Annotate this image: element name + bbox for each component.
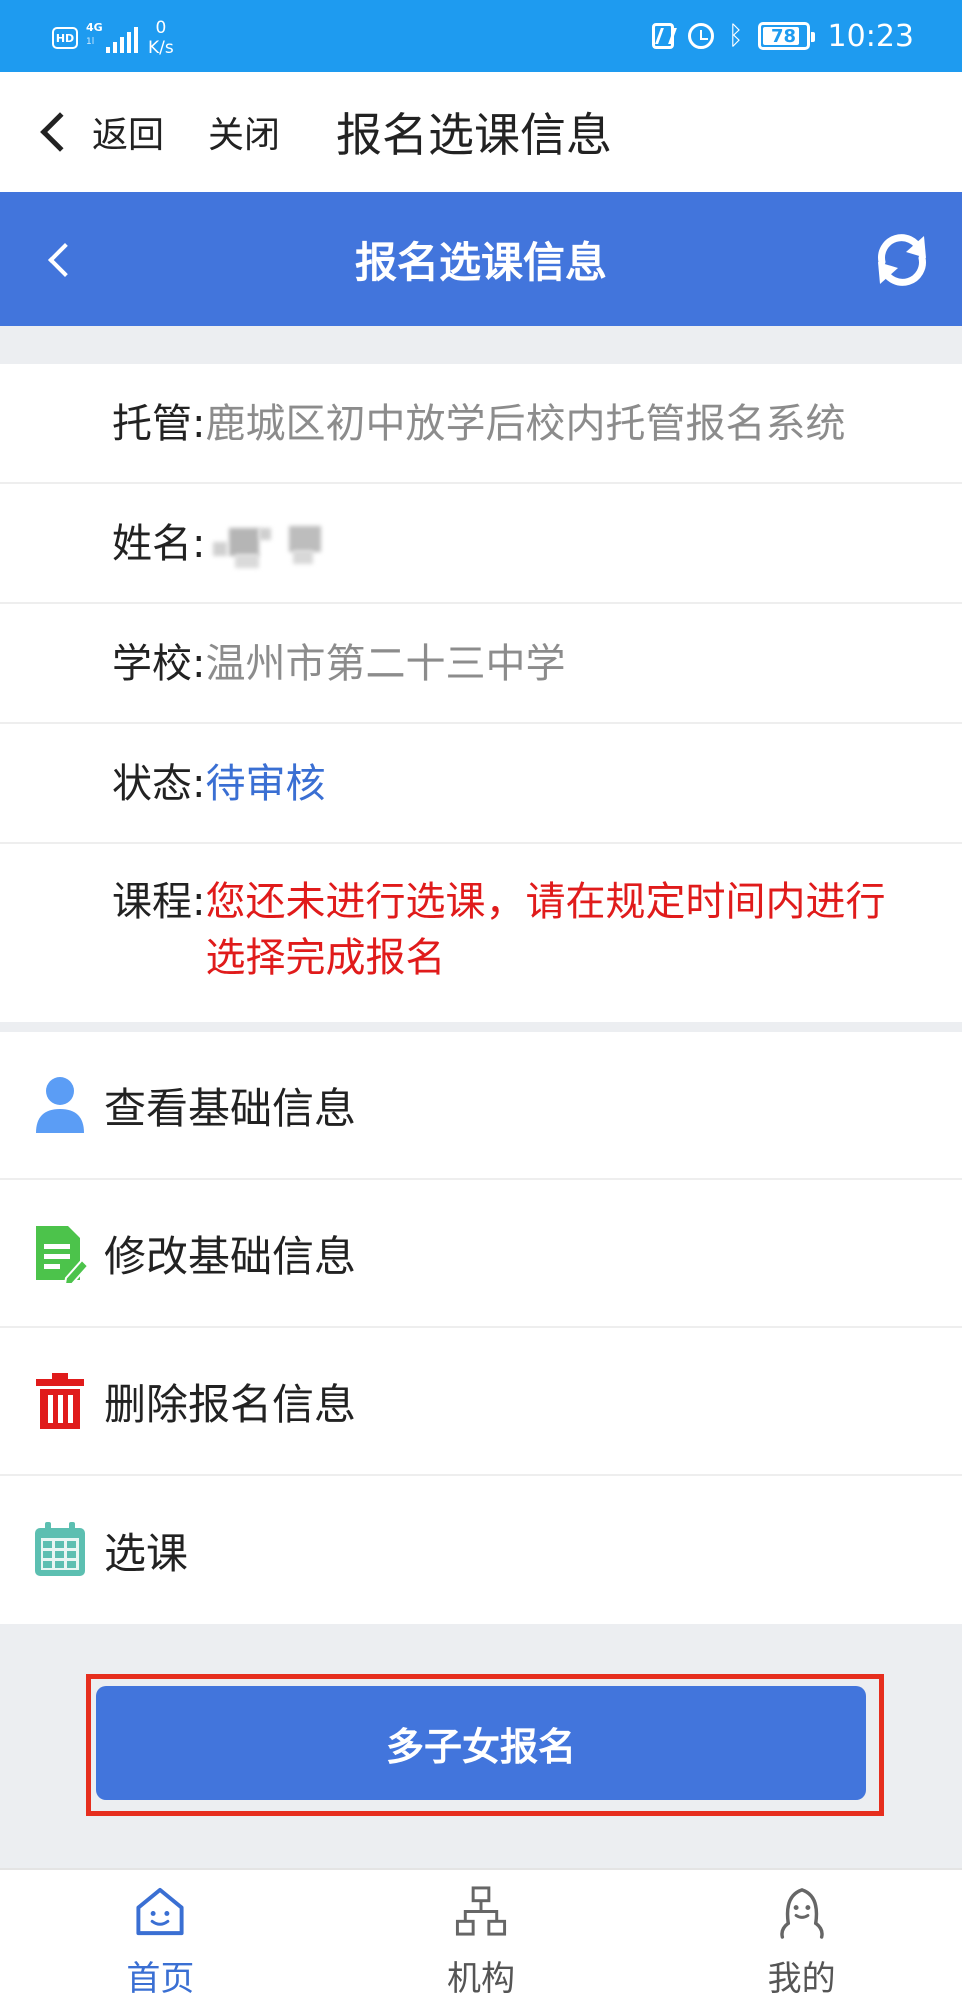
school-value: 温州市第二十三中学 [205, 641, 566, 687]
calendar-icon [30, 1520, 90, 1580]
info-row-school: 学校: 温州市第二十三中学 [0, 604, 962, 724]
trash-icon [30, 1371, 90, 1431]
edit-basic-info-item[interactable]: 修改基础信息 [0, 1180, 962, 1328]
net-speed: 0 K/s [148, 18, 174, 58]
select-course-item[interactable]: 选课 [0, 1476, 962, 1624]
battery-icon: 78 [757, 22, 815, 50]
delete-registration-item[interactable]: 删除报名信息 [0, 1328, 962, 1476]
home-icon [136, 1887, 184, 1936]
signal-icon: 4G 1l [84, 21, 138, 55]
action-list: 查看基础信息 修改基础信息 删除报名信息 选课 [0, 1032, 962, 1624]
view-basic-info-item[interactable]: 查看基础信息 [0, 1032, 962, 1180]
webview-title-bar: 返回 关闭 报名选课信息 [0, 72, 962, 192]
nav-organization-label: 机构 [447, 1959, 515, 1999]
network-type: 4G [86, 21, 103, 34]
nav-profile[interactable]: 我的 [641, 1870, 962, 2000]
info-row-name: 姓名: [0, 484, 962, 604]
registration-info: 托管: 鹿城区初中放学后校内托管报名系统 姓名: 学校: 温州市第二十三中学 状… [0, 364, 962, 1022]
header-back-button[interactable] [36, 236, 84, 284]
nav-profile-label: 我的 [767, 1959, 836, 1999]
status-label: 状态: [112, 761, 206, 807]
tuoguan-label: 托管: [112, 401, 206, 447]
tuoguan-value: 鹿城区初中放学后校内托管报名系统 [205, 401, 846, 447]
status-right: ᛒ 78 10:23 [651, 16, 914, 56]
course-label: 课程: [112, 879, 206, 925]
bluetooth-icon: ᛒ [727, 21, 744, 51]
profile-icon [779, 1888, 824, 1939]
view-basic-info-label: 查看基础信息 [104, 1083, 357, 1133]
select-course-label: 选课 [104, 1528, 189, 1578]
chevron-left-icon [40, 112, 80, 152]
name-label: 姓名: [112, 521, 206, 567]
alarm-icon [687, 23, 714, 49]
edit-basic-info-label: 修改基础信息 [104, 1231, 357, 1281]
refresh-button[interactable] [870, 228, 934, 292]
webview-title: 报名选课信息 [336, 108, 612, 162]
person-icon [30, 1075, 90, 1135]
nav-home[interactable]: 首页 [0, 1870, 321, 2000]
status-left: HD 4G 1l 0 K/s [52, 18, 174, 58]
nfc-icon [651, 23, 674, 49]
refresh-icon [878, 234, 926, 286]
status-value: 待审核 [205, 761, 326, 807]
multi-child-register-button[interactable]: 多子女报名 [96, 1686, 866, 1800]
info-row-tuoguan: 托管: 鹿城区初中放学后校内托管报名系统 [0, 364, 962, 484]
hd-badge: HD [52, 27, 78, 49]
back-label: 返回 [92, 115, 165, 156]
clock: 10:23 [827, 18, 914, 54]
info-row-course: 课程: 您还未进行选课，请在规定时间内进行选择完成报名 [0, 844, 962, 1022]
battery-level: 78 [771, 25, 797, 47]
delete-registration-label: 删除报名信息 [104, 1379, 357, 1429]
chevron-left-icon [48, 243, 82, 277]
nav-home-label: 首页 [126, 1959, 195, 1999]
status-bar: HD 4G 1l 0 K/s ᛒ 78 10:23 [0, 0, 962, 72]
info-row-status: 状态: 待审核 [0, 724, 962, 844]
edit-document-icon [30, 1223, 90, 1284]
blurred-name [205, 520, 335, 576]
course-value: 您还未进行选课，请在规定时间内进行选择完成报名 [205, 879, 886, 981]
nav-organization[interactable]: 机构 [321, 1870, 642, 2000]
bottom-nav: 首页 机构 我的 [0, 1868, 962, 2000]
organization-icon [455, 1886, 507, 1936]
school-label: 学校: [112, 641, 206, 687]
back-button[interactable]: 返回 [36, 102, 164, 162]
close-button[interactable]: 关闭 [208, 102, 280, 162]
app-header: 报名选课信息 [0, 192, 962, 326]
page-title: 报名选课信息 [354, 237, 607, 287]
